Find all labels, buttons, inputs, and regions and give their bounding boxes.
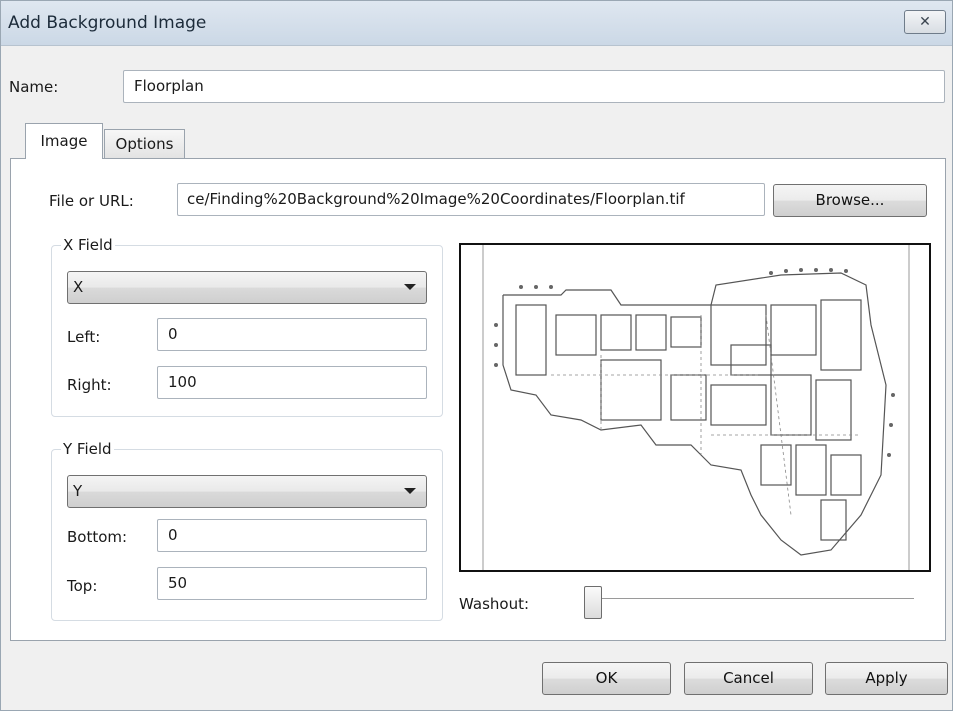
tab-options[interactable]: Options bbox=[104, 129, 185, 159]
close-button[interactable]: ✕ bbox=[904, 10, 946, 34]
y-field-select-value: Y bbox=[73, 482, 83, 500]
x-field-legend: X Field bbox=[61, 236, 115, 254]
top-input[interactable]: 50 bbox=[157, 567, 427, 600]
name-label: Name: bbox=[9, 78, 59, 96]
x-field-select[interactable]: X bbox=[67, 271, 427, 304]
file-or-url-label: File or URL: bbox=[49, 192, 134, 210]
washout-slider-thumb[interactable] bbox=[584, 586, 602, 619]
washout-label: Washout: bbox=[459, 595, 530, 613]
y-field-select[interactable]: Y bbox=[67, 475, 427, 508]
left-input[interactable]: 0 bbox=[157, 318, 427, 351]
add-background-image-dialog: Add Background Image ✕ Name: Floorplan I… bbox=[0, 0, 953, 711]
bottom-input[interactable]: 0 bbox=[157, 519, 427, 552]
browse-button[interactable]: Browse... bbox=[773, 184, 927, 217]
file-url-input[interactable]: ce/Finding%20Background%20Image%20Coordi… bbox=[177, 183, 765, 216]
chevron-down-icon bbox=[404, 488, 416, 494]
right-input[interactable]: 100 bbox=[157, 366, 427, 399]
bottom-label: Bottom: bbox=[67, 528, 128, 546]
floorplan-preview bbox=[459, 243, 931, 572]
close-icon: ✕ bbox=[919, 14, 931, 30]
ok-button[interactable]: OK bbox=[542, 662, 671, 695]
cancel-button[interactable]: Cancel bbox=[684, 662, 813, 695]
top-label: Top: bbox=[67, 577, 98, 595]
floorplan-image-icon bbox=[482, 245, 910, 570]
left-label: Left: bbox=[67, 328, 101, 346]
chevron-down-icon bbox=[404, 284, 416, 290]
right-label: Right: bbox=[67, 376, 112, 394]
title-bar[interactable]: Add Background Image ✕ bbox=[1, 1, 952, 46]
y-field-legend: Y Field bbox=[61, 440, 114, 458]
name-input[interactable]: Floorplan bbox=[123, 70, 945, 103]
window-title: Add Background Image bbox=[8, 13, 207, 33]
x-field-select-value: X bbox=[73, 278, 84, 296]
apply-button[interactable]: Apply bbox=[825, 662, 948, 695]
tab-image[interactable]: Image bbox=[25, 123, 103, 159]
washout-slider-track[interactable] bbox=[584, 598, 914, 599]
